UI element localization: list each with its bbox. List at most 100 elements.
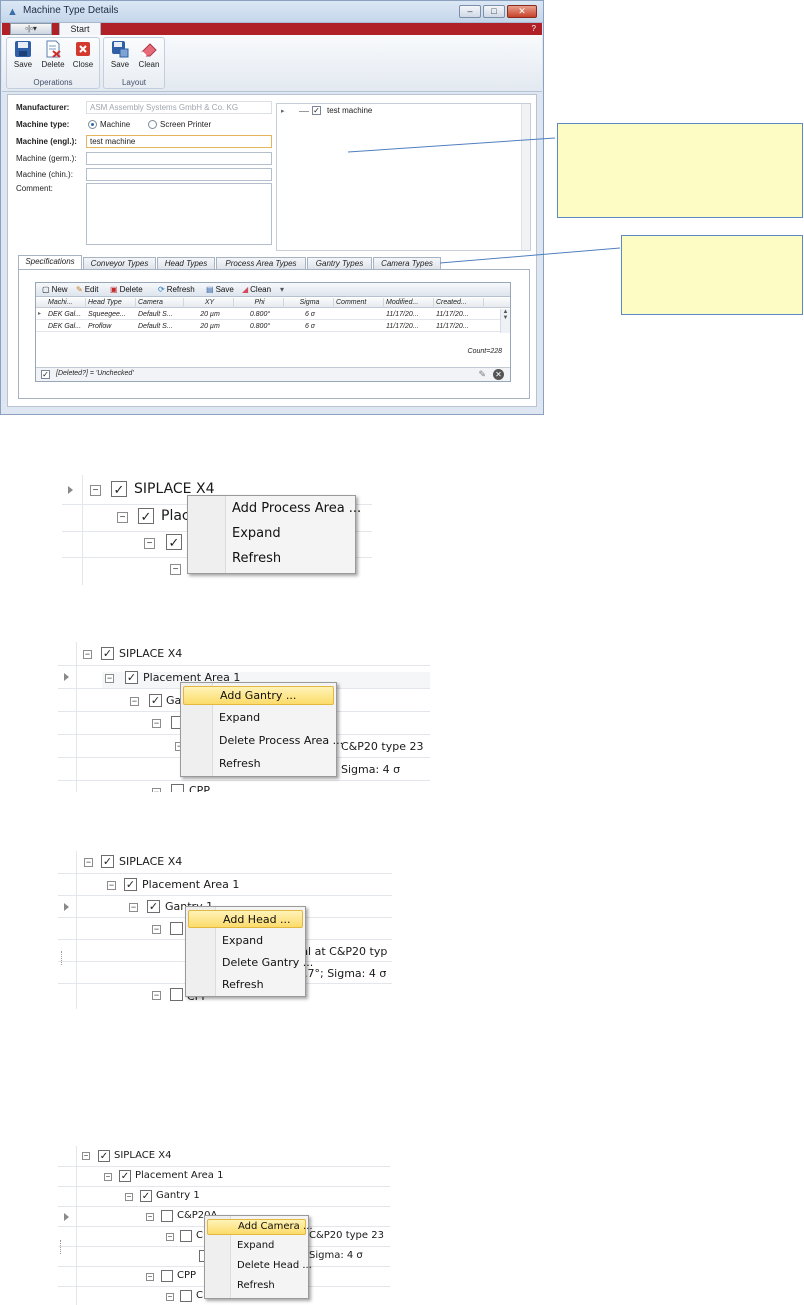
column-header[interactable]: Sigma [284,298,334,308]
collapse-icon[interactable]: − [90,485,101,496]
comment-field[interactable] [86,183,272,245]
collapse-icon[interactable]: − [144,538,155,549]
menu-item-delete-gantry[interactable]: Delete Gantry ... [188,954,313,972]
menu-item-expand[interactable]: Expand [207,1239,306,1255]
menu-item-refresh[interactable]: Refresh [190,548,353,572]
radio-machine[interactable] [88,120,97,129]
menu-item-add-process-area[interactable]: Add Process Area ... [190,498,361,522]
collapse-icon[interactable]: − [152,925,161,934]
grid-delete-button[interactable]: ▣ Delete [110,285,143,294]
close-button[interactable]: Close [69,40,97,72]
collapse-icon[interactable]: − [83,650,92,659]
cpp-camera-checkbox[interactable] [180,1290,192,1302]
collapse-icon[interactable]: − [166,1233,174,1241]
siplace-x4-checkbox[interactable]: ✓ [101,647,114,660]
collapse-icon[interactable]: − [166,1293,174,1301]
cpp-checkbox[interactable] [171,784,184,792]
resize-grip[interactable] [60,1240,61,1254]
gantry-checkbox[interactable]: ✓ [147,900,160,913]
column-header[interactable]: Created... [434,298,484,308]
help-icon[interactable]: ? [532,24,536,33]
head-checkbox[interactable] [170,922,183,935]
edit-filter-icon[interactable]: ✎ [478,369,486,380]
collapse-icon[interactable]: − [117,512,128,523]
collapse-icon[interactable]: − [170,564,181,575]
save-button[interactable]: Save [9,40,37,72]
column-header[interactable]: Modified... [384,298,434,308]
collapse-icon[interactable]: − [146,1273,154,1281]
layout-save-button[interactable]: Save [106,40,134,72]
column-header[interactable]: Phi [234,298,284,308]
machine-chin-field[interactable] [86,168,272,181]
collapse-icon[interactable]: − [84,858,93,867]
resize-grip[interactable] [61,951,62,965]
manufacturer-field[interactable]: ASM Assembly Systems GmbH & Co. KG [86,101,272,114]
gantry-checkbox[interactable]: ✓ [149,694,162,707]
quick-access-toolbar[interactable]: ▫|▫▾ [10,23,52,35]
toolbar-overflow-icon[interactable]: ▾ [280,285,284,294]
collapse-icon[interactable]: − [125,1193,133,1201]
table-row[interactable]: DEK Gal... Proflow Default S... 20 µm 0.… [36,321,510,332]
placement-area-checkbox[interactable]: ✓ [125,671,138,684]
new-button[interactable]: ▢ New [42,285,68,294]
child-node-checkbox[interactable]: ✓ [166,534,182,550]
collapse-icon[interactable]: − [152,719,161,728]
cpp-checkbox[interactable] [161,1270,173,1282]
collapse-icon[interactable]: − [82,1152,90,1160]
test-machine-checkbox[interactable]: ✓ [312,106,321,115]
column-header[interactable]: Comment [334,298,384,308]
collapse-icon[interactable]: − [146,1213,154,1221]
edit-button[interactable]: ✎ Edit [76,285,99,294]
tab-specifications[interactable]: Specifications [18,255,82,270]
menu-item-refresh[interactable]: Refresh [207,1279,306,1295]
refresh-button[interactable]: ⟳ Refresh [158,285,195,294]
collapse-icon[interactable]: − [104,1173,112,1181]
menu-item-add-gantry[interactable]: Add Gantry ... [183,686,334,705]
menu-item-delete-process-area[interactable]: Delete Process Area ... [183,732,343,751]
cpp-checkbox[interactable] [170,988,183,1001]
collapse-icon[interactable]: − [105,674,114,683]
table-row[interactable]: ▸ DEK Gal... Squeegee... Default S... 20… [36,309,510,320]
collapse-icon[interactable]: − [130,697,139,706]
column-header[interactable]: XY [184,298,234,308]
minimize-button[interactable]: – [459,5,481,18]
collapse-icon[interactable]: − [152,788,161,792]
filter-enabled-checkbox[interactable]: ✓ [41,370,50,379]
siplace-x4-checkbox[interactable]: ✓ [101,855,114,868]
maximize-button[interactable]: □ [483,5,505,18]
camera-checkbox[interactable] [180,1230,192,1242]
menu-item-add-camera[interactable]: Add Camera ... [207,1219,313,1235]
column-header[interactable]: Head Type [86,298,136,308]
collapse-icon[interactable]: − [107,881,116,890]
collapse-icon[interactable]: − [152,991,161,1000]
menu-item-expand[interactable]: Expand [183,709,334,728]
tab-start[interactable]: Start [59,22,101,36]
machine-engl-field[interactable]: test machine [86,135,272,148]
head-checkbox[interactable] [161,1210,173,1222]
grid-scrollbar[interactable]: ▲ ▼ [500,309,510,333]
menu-item-delete-head[interactable]: Delete Head ... [207,1259,312,1275]
grid-save-button[interactable]: ▤ Save [206,285,234,294]
clear-filter-icon[interactable]: ✕ [493,369,504,380]
placement-area-checkbox[interactable]: ✓ [138,508,154,524]
column-header[interactable]: Camera [136,298,184,308]
menu-item-add-head[interactable]: Add Head ... [188,910,303,928]
radio-screen-printer[interactable] [148,120,157,129]
collapse-icon[interactable]: − [129,903,138,912]
column-header[interactable]: Machi... [46,298,86,308]
menu-item-expand[interactable]: Expand [188,932,303,950]
menu-item-refresh[interactable]: Refresh [183,755,334,774]
siplace-x4-checkbox[interactable]: ✓ [98,1150,110,1162]
close-window-button[interactable]: ✕ [507,5,537,18]
gantry-checkbox[interactable]: ✓ [140,1190,152,1202]
menu-item-expand[interactable]: Expand [190,523,353,547]
placement-area-checkbox[interactable]: ✓ [124,878,137,891]
placement-area-checkbox[interactable]: ✓ [119,1170,131,1182]
menu-item-refresh[interactable]: Refresh [188,976,303,994]
grid-clean-button[interactable]: ◢ Clean [242,285,271,294]
delete-button[interactable]: Delete [39,40,67,72]
machine-germ-field[interactable] [86,152,272,165]
menu-item-label: Refresh [237,1280,275,1291]
siplace-x4-checkbox[interactable]: ✓ [111,481,127,497]
layout-clean-button[interactable]: Clean [135,40,163,72]
